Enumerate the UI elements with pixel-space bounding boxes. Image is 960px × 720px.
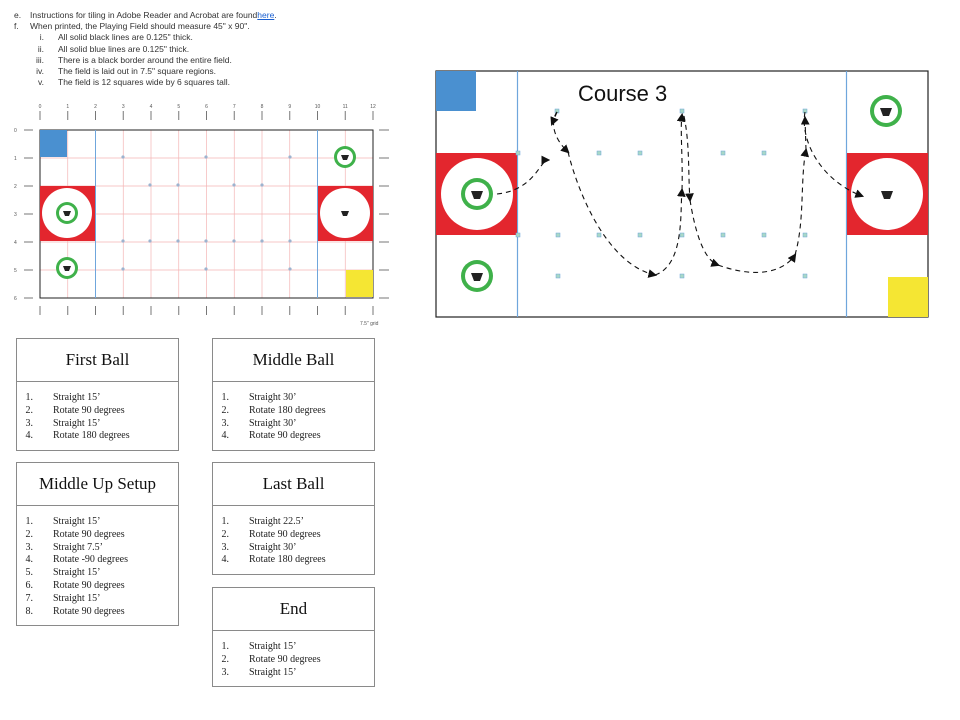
list-item: 2. Rotate 90 degrees	[25, 404, 125, 416]
list-item: 1. Straight 22.5’	[221, 516, 305, 527]
list-item: 1. Straight 15’	[25, 392, 101, 403]
card-last-ball: Last Ball 1. Straight 22.5’ 2. Rotate 90 d…	[212, 462, 375, 575]
course-marker	[761, 232, 767, 238]
course-marker	[679, 232, 685, 238]
list-item: 2. Rotate 90 degrees	[221, 528, 321, 540]
list-item: 2. Rotate 180 degrees	[221, 404, 326, 416]
list-item: 3. Straight 15’	[221, 666, 297, 678]
course-marker	[596, 232, 602, 238]
course-target-bottom-left	[461, 260, 493, 292]
course-yellow-zone	[888, 277, 928, 317]
card-end: End 1. Straight 15’ 2. Rotate 90 degrees 3…	[212, 587, 375, 687]
list-item: 2. Rotate 90 degrees	[25, 528, 125, 540]
card-title: Last Ball	[213, 463, 374, 506]
course-marker	[761, 150, 767, 156]
list-item: 4. Rotate -90 degrees	[25, 554, 128, 566]
list-item: 1. Straight 15’	[221, 641, 297, 652]
course-marker	[679, 108, 685, 114]
course-marker	[720, 232, 726, 238]
course-marker	[596, 150, 602, 156]
list-item: 3. Straight 7.5’	[25, 541, 104, 553]
course-marker	[515, 232, 521, 238]
course-blue-zone	[436, 71, 476, 111]
course-marker	[720, 150, 726, 156]
course-marker	[555, 232, 561, 238]
step-list: 1. Straight 22.5’ 2. Rotate 90 degrees 3. S…	[213, 506, 374, 567]
course-marker	[802, 232, 808, 238]
course-marker	[555, 273, 561, 279]
list-item: 4. Rotate 180 degrees	[25, 430, 130, 442]
list-item: 1. Straight 15’	[25, 516, 101, 527]
course-title: Course 3	[578, 81, 667, 106]
course-red-zone-left	[436, 153, 517, 235]
list-item: 2. Rotate 90 degrees	[221, 653, 321, 665]
list-item: 3. Straight 15’	[25, 417, 101, 429]
step-list: 1. Straight 15’ 2. Rotate 90 degrees 3. Str…	[17, 382, 178, 443]
course-red-zone-right	[847, 153, 928, 235]
course-target-top-right	[870, 95, 902, 127]
step-list: 1. Straight 15’ 2. Rotate 90 degrees 3. Str…	[17, 506, 178, 618]
list-item: 5. Straight 15’	[25, 567, 101, 579]
card-title: Middle Up Setup	[17, 463, 178, 506]
card-title: Middle Ball	[213, 339, 374, 382]
card-middle-up-setup: Middle Up Setup 1. Straight 15’ 2. Rotate …	[16, 462, 179, 626]
list-item: 4. Rotate 180 degrees	[221, 554, 326, 566]
course-marker	[802, 273, 808, 279]
step-list: 1. Straight 15’ 2. Rotate 90 degrees 3. Str…	[213, 631, 374, 679]
list-item: 6. Rotate 90 degrees	[25, 579, 125, 591]
course-marker	[637, 150, 643, 156]
step-list: 1. Straight 30’ 2. Rotate 180 degrees 3. St…	[213, 382, 374, 443]
course-marker	[515, 150, 521, 156]
list-item: 4. Rotate 90 degrees	[221, 430, 321, 442]
list-item: 1. Straight 30’	[221, 392, 297, 403]
card-first-ball: First Ball 1. Straight 15’ 2. Rotate 90 de…	[16, 338, 179, 451]
course-marker	[679, 273, 685, 279]
course-marker	[637, 232, 643, 238]
card-middle-ball: Middle Ball 1. Straight 30’ 2. Rotate 180 …	[212, 338, 375, 451]
list-item: 8. Rotate 90 degrees	[25, 605, 125, 617]
list-item: 7. Straight 15’	[25, 592, 101, 604]
card-title: First Ball	[17, 339, 178, 382]
card-title: End	[213, 588, 374, 631]
list-item: 3. Straight 30’	[221, 541, 297, 553]
list-item: 3. Straight 30’	[221, 417, 297, 429]
